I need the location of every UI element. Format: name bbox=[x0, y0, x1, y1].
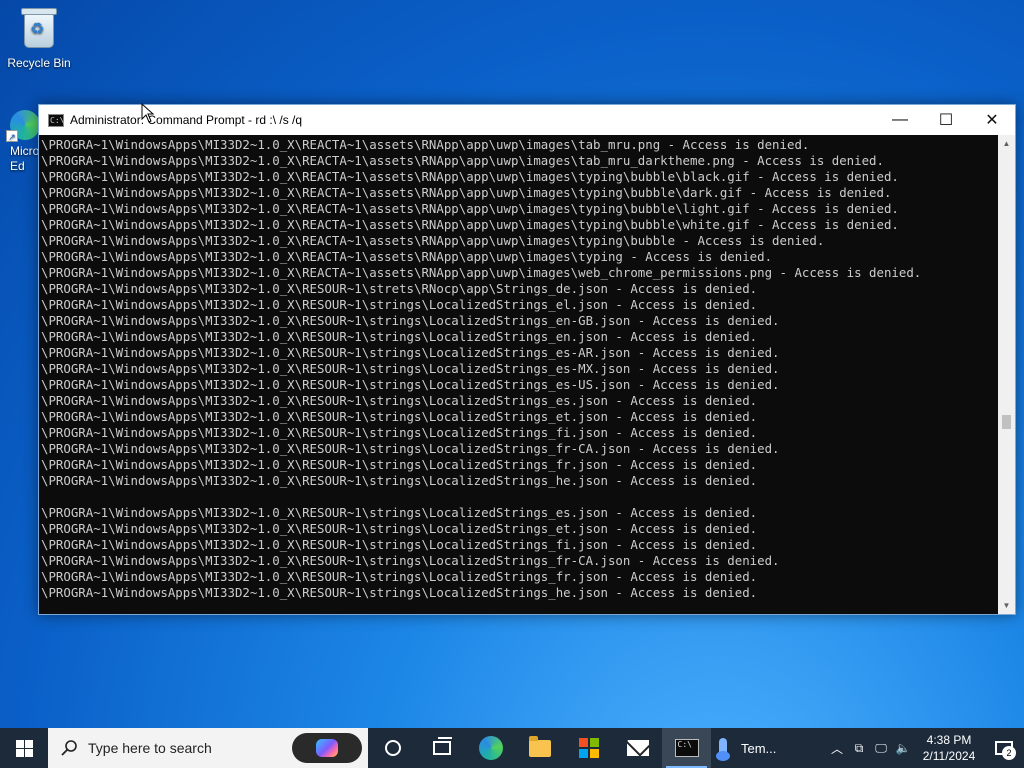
weather-label: Tem... bbox=[741, 740, 777, 756]
console-line: \PROGRA~1\WindowsApps\MI33D2~1.0_X\REACT… bbox=[41, 137, 810, 152]
mail-icon bbox=[626, 740, 649, 756]
copilot-button[interactable] bbox=[292, 733, 362, 763]
vertical-scrollbar[interactable]: ▲ ▼ bbox=[998, 135, 1015, 614]
chevron-up-icon[interactable]: ︿ bbox=[826, 728, 848, 768]
console-line: \PROGRA~1\WindowsApps\MI33D2~1.0_X\RESOU… bbox=[41, 425, 758, 440]
notification-badge: 2 bbox=[1002, 746, 1016, 760]
maximize-button[interactable]: ☐ bbox=[923, 105, 969, 135]
taskbar-command-prompt[interactable]: C:\ bbox=[662, 728, 711, 768]
console-line: \PROGRA~1\WindowsApps\MI33D2~1.0_X\REACT… bbox=[41, 217, 899, 232]
console-line: \PROGRA~1\WindowsApps\MI33D2~1.0_X\RESOU… bbox=[41, 521, 758, 536]
clock-time: 4:38 PM bbox=[926, 733, 972, 747]
console-line: \PROGRA~1\WindowsApps\MI33D2~1.0_X\RESOU… bbox=[41, 553, 780, 568]
desktop-icon-label: Recycle Bin bbox=[7, 56, 71, 70]
window-title: Administrator: Command Prompt - rd :\ /s… bbox=[70, 113, 303, 127]
window-titlebar[interactable]: C:\ Administrator: Command Prompt - rd :… bbox=[39, 105, 1015, 135]
console-line: \PROGRA~1\WindowsApps\MI33D2~1.0_X\RESOU… bbox=[41, 297, 758, 312]
taskbar-mail[interactable] bbox=[613, 728, 662, 768]
folder-icon bbox=[528, 735, 551, 757]
minimize-icon: — bbox=[892, 111, 908, 128]
console-line: \PROGRA~1\WindowsApps\MI33D2~1.0_X\RESOU… bbox=[41, 361, 780, 376]
weather-widget[interactable]: Tem... bbox=[716, 728, 777, 768]
edge-icon bbox=[478, 736, 503, 760]
search-icon bbox=[61, 740, 77, 756]
volume-muted-icon[interactable]: 🔈 bbox=[892, 728, 914, 768]
console-line: \PROGRA~1\WindowsApps\MI33D2~1.0_X\RESOU… bbox=[41, 473, 758, 488]
console-line: \PROGRA~1\WindowsApps\MI33D2~1.0_X\REACT… bbox=[41, 249, 773, 264]
minimize-button[interactable]: — bbox=[877, 105, 923, 135]
close-icon: ✕ bbox=[985, 112, 999, 129]
console-output[interactable]: \PROGRA~1\WindowsApps\MI33D2~1.0_X\REACT… bbox=[39, 135, 999, 614]
console-line: \PROGRA~1\WindowsApps\MI33D2~1.0_X\RESOU… bbox=[41, 345, 780, 360]
system-tray: ︿ ⧉ 🖵 🔈 4:38 PM 2/11/2024 2 bbox=[826, 728, 1024, 768]
scrollbar-thumb[interactable] bbox=[1002, 415, 1011, 429]
cmd-icon: C:\ bbox=[48, 113, 65, 127]
taskbar-task-view[interactable] bbox=[417, 728, 466, 768]
notification-center-button[interactable]: 2 bbox=[984, 728, 1024, 768]
console-line: \PROGRA~1\WindowsApps\MI33D2~1.0_X\REACT… bbox=[41, 201, 899, 216]
windows-logo-icon bbox=[15, 739, 33, 757]
console-line: \PROGRA~1\WindowsApps\MI33D2~1.0_X\RESOU… bbox=[41, 569, 758, 584]
console-line: \PROGRA~1\WindowsApps\MI33D2~1.0_X\RESOU… bbox=[41, 457, 758, 472]
mouse-cursor-icon bbox=[141, 103, 155, 123]
console-line: \PROGRA~1\WindowsApps\MI33D2~1.0_X\RESOU… bbox=[41, 393, 758, 408]
console-line: \PROGRA~1\WindowsApps\MI33D2~1.0_X\REACT… bbox=[41, 153, 884, 168]
desktop-icon-recycle-bin[interactable]: ♻ Recycle Bin bbox=[1, 8, 77, 70]
cmd-icon: C:\ bbox=[674, 739, 699, 757]
console-line: \PROGRA~1\WindowsApps\MI33D2~1.0_X\REACT… bbox=[41, 185, 892, 200]
task-view-icon bbox=[432, 737, 452, 755]
cortana-icon bbox=[384, 740, 401, 756]
taskbar: Type here to search C:\ Tem... ︿ ⧉ 🖵 🔈 4… bbox=[0, 728, 1024, 768]
clock[interactable]: 4:38 PM 2/11/2024 bbox=[914, 732, 984, 764]
console-line: \PROGRA~1\WindowsApps\MI33D2~1.0_X\REACT… bbox=[41, 265, 922, 280]
console-line: \PROGRA~1\WindowsApps\MI33D2~1.0_X\RESOU… bbox=[41, 281, 758, 296]
network-icon[interactable]: 🖵 bbox=[870, 728, 892, 768]
search-box[interactable]: Type here to search bbox=[48, 728, 368, 768]
taskbar-store[interactable] bbox=[564, 728, 613, 768]
console-line: \PROGRA~1\WindowsApps\MI33D2~1.0_X\RESOU… bbox=[41, 585, 758, 600]
console-line: \PROGRA~1\WindowsApps\MI33D2~1.0_X\REACT… bbox=[41, 169, 899, 184]
store-icon bbox=[578, 738, 599, 758]
console-line: \PROGRA~1\WindowsApps\MI33D2~1.0_X\RESOU… bbox=[41, 537, 758, 552]
scroll-down-arrow-icon[interactable]: ▼ bbox=[998, 597, 1015, 614]
taskbar-file-explorer[interactable] bbox=[515, 728, 564, 768]
shortcut-arrow-icon: ↗ bbox=[6, 130, 18, 142]
console-line: \PROGRA~1\WindowsApps\MI33D2~1.0_X\RESOU… bbox=[41, 409, 758, 424]
console-line: \PROGRA~1\WindowsApps\MI33D2~1.0_X\RESOU… bbox=[41, 329, 758, 344]
console-line: \PROGRA~1\WindowsApps\MI33D2~1.0_X\RESOU… bbox=[41, 377, 780, 392]
clock-date: 2/11/2024 bbox=[922, 749, 976, 763]
maximize-icon: ☐ bbox=[938, 112, 954, 129]
meet-now-icon[interactable]: ⧉ bbox=[848, 728, 870, 768]
recycle-bin-icon: ♻ bbox=[21, 8, 57, 50]
taskbar-edge[interactable] bbox=[466, 728, 515, 768]
scroll-up-arrow-icon[interactable]: ▲ bbox=[998, 135, 1015, 152]
edge-icon: ↗ bbox=[6, 110, 40, 142]
console-line: \PROGRA~1\WindowsApps\MI33D2~1.0_X\RESOU… bbox=[41, 441, 780, 456]
console-line: \PROGRA~1\WindowsApps\MI33D2~1.0_X\REACT… bbox=[41, 233, 825, 248]
close-button[interactable]: ✕ bbox=[969, 105, 1015, 135]
console-line: \PROGRA~1\WindowsApps\MI33D2~1.0_X\RESOU… bbox=[41, 505, 758, 520]
start-button[interactable] bbox=[0, 728, 48, 768]
thermometer-icon bbox=[716, 738, 730, 761]
copilot-icon bbox=[316, 739, 338, 757]
taskbar-cortana[interactable] bbox=[368, 728, 417, 768]
command-prompt-window[interactable]: C:\ Administrator: Command Prompt - rd :… bbox=[38, 104, 1016, 615]
console-line: \PROGRA~1\WindowsApps\MI33D2~1.0_X\RESOU… bbox=[41, 313, 780, 328]
search-placeholder: Type here to search bbox=[88, 740, 212, 756]
